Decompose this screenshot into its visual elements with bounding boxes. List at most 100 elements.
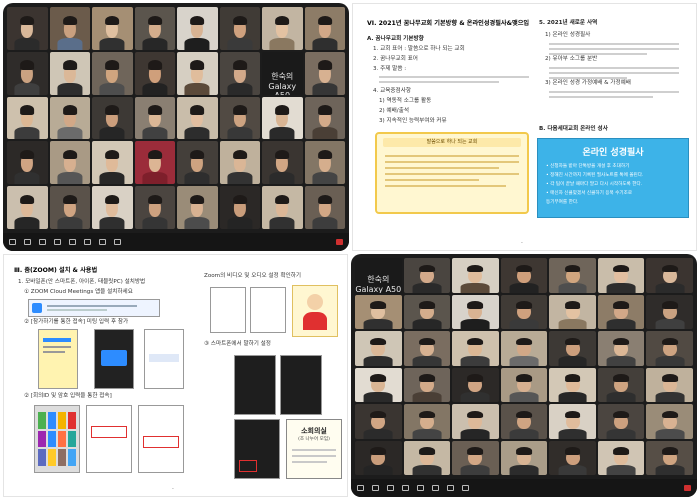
participant-video-tile[interactable]: [7, 7, 48, 50]
share-screen-button[interactable]: [432, 485, 439, 491]
participant-video-tile[interactable]: [403, 440, 451, 475]
participant-video-tile[interactable]: [134, 7, 175, 50]
participant-video-tile[interactable]: [7, 51, 48, 95]
participant-video-tile[interactable]: [403, 367, 451, 402]
participant-video-tile[interactable]: [304, 7, 345, 50]
participant-video-tile[interactable]: [646, 440, 693, 475]
participant-video-tile[interactable]: [355, 294, 402, 329]
end-meeting-button[interactable]: [684, 485, 691, 491]
participant-video-tile[interactable]: [500, 258, 548, 293]
participant-video-tile[interactable]: [177, 51, 218, 95]
participant-video-tile[interactable]: [92, 51, 133, 95]
participant-video-tile[interactable]: [355, 367, 402, 402]
participant-video-tile[interactable]: [597, 440, 645, 475]
participant-video-tile[interactable]: [262, 186, 303, 229]
participant-video-tile[interactable]: [646, 404, 693, 439]
participant-video-tile[interactable]: [646, 294, 693, 329]
participant-video-tile[interactable]: [500, 440, 548, 475]
participant-video-tile[interactable]: [92, 7, 133, 50]
participant-video-tile[interactable]: [219, 7, 260, 50]
chat-button[interactable]: [417, 485, 424, 491]
participant-video-tile[interactable]: [646, 331, 693, 366]
participant-video-tile[interactable]: 한숙의 Galaxy A50: [355, 258, 402, 293]
participant-video-tile[interactable]: [304, 141, 345, 185]
participant-video-tile[interactable]: [219, 141, 260, 185]
participant-video-tile[interactable]: [597, 404, 645, 439]
participant-video-tile[interactable]: [262, 7, 303, 50]
participant-video-tile[interactable]: [49, 7, 90, 50]
chat-button[interactable]: [69, 239, 76, 245]
participant-video-tile[interactable]: [7, 141, 48, 185]
participant-video-tile[interactable]: [355, 404, 402, 439]
participant-video-tile[interactable]: [549, 294, 596, 329]
participant-video-tile[interactable]: [597, 294, 645, 329]
participant-video-tile[interactable]: [500, 404, 548, 439]
video-button[interactable]: [372, 485, 379, 491]
mute-button[interactable]: [357, 485, 364, 491]
participant-video-tile[interactable]: [134, 186, 175, 229]
video-button[interactable]: [24, 239, 31, 245]
participant-video-tile[interactable]: [262, 96, 303, 140]
participant-video-tile[interactable]: [452, 367, 499, 402]
participant-video-tile[interactable]: [49, 51, 90, 95]
participant-video-tile[interactable]: [49, 186, 90, 229]
share-screen-button[interactable]: [84, 239, 91, 245]
participant-video-tile[interactable]: [134, 51, 175, 95]
participant-video-tile[interactable]: [262, 141, 303, 185]
end-meeting-button[interactable]: [336, 239, 343, 245]
participant-video-tile[interactable]: [549, 440, 596, 475]
participant-video-tile[interactable]: [219, 186, 260, 229]
participant-video-tile[interactable]: [403, 404, 451, 439]
participant-video-tile[interactable]: [49, 141, 90, 185]
participant-video-tile[interactable]: [403, 294, 451, 329]
participant-video-tile[interactable]: [355, 440, 402, 475]
participant-video-tile[interactable]: [597, 331, 645, 366]
reactions-button[interactable]: [462, 485, 469, 491]
participant-video-tile[interactable]: [597, 258, 645, 293]
participant-video-tile[interactable]: [7, 96, 48, 140]
participant-video-tile[interactable]: [452, 440, 499, 475]
participant-video-tile[interactable]: [219, 51, 260, 95]
participant-video-tile[interactable]: [452, 331, 499, 366]
participant-video-tile[interactable]: [134, 96, 175, 140]
reactions-button[interactable]: [114, 239, 121, 245]
security-button[interactable]: [39, 239, 46, 245]
participants-button[interactable]: [54, 239, 61, 245]
participant-video-tile[interactable]: [452, 258, 499, 293]
participant-video-tile[interactable]: [646, 367, 693, 402]
participant-video-tile[interactable]: [452, 404, 499, 439]
participant-video-tile[interactable]: [7, 186, 48, 229]
participant-video-tile[interactable]: [219, 96, 260, 140]
participant-video-tile[interactable]: [500, 367, 548, 402]
participant-video-tile[interactable]: [304, 51, 345, 95]
participant-video-tile[interactable]: [549, 331, 596, 366]
participant-video-tile[interactable]: [92, 141, 133, 185]
participant-video-tile[interactable]: [452, 294, 499, 329]
participant-video-tile[interactable]: [304, 96, 345, 140]
participant-video-tile[interactable]: [177, 186, 218, 229]
participant-video-tile[interactable]: [549, 404, 596, 439]
record-button[interactable]: [447, 485, 454, 491]
participants-button[interactable]: [402, 485, 409, 491]
participant-video-tile[interactable]: [304, 186, 345, 229]
participant-video-tile[interactable]: [549, 367, 596, 402]
participant-video-tile[interactable]: [177, 7, 218, 50]
participant-video-tile[interactable]: [92, 96, 133, 140]
record-button[interactable]: [99, 239, 106, 245]
security-button[interactable]: [387, 485, 394, 491]
participant-video-tile[interactable]: [597, 367, 645, 402]
participant-video-tile[interactable]: 한숙의 Galaxy A50: [262, 51, 303, 95]
participant-video-tile[interactable]: [500, 331, 548, 366]
participant-video-tile[interactable]: [134, 141, 175, 185]
participant-video-tile[interactable]: [177, 96, 218, 140]
participant-video-tile[interactable]: [403, 331, 451, 366]
participant-video-tile[interactable]: [646, 258, 693, 293]
participant-video-tile[interactable]: [92, 186, 133, 229]
participant-video-tile[interactable]: [403, 258, 451, 293]
participant-video-tile[interactable]: [500, 294, 548, 329]
participant-video-tile[interactable]: [49, 96, 90, 140]
participant-video-tile[interactable]: [549, 258, 596, 293]
mute-button[interactable]: [9, 239, 16, 245]
participant-video-tile[interactable]: [177, 141, 218, 185]
participant-video-tile[interactable]: [355, 331, 402, 366]
